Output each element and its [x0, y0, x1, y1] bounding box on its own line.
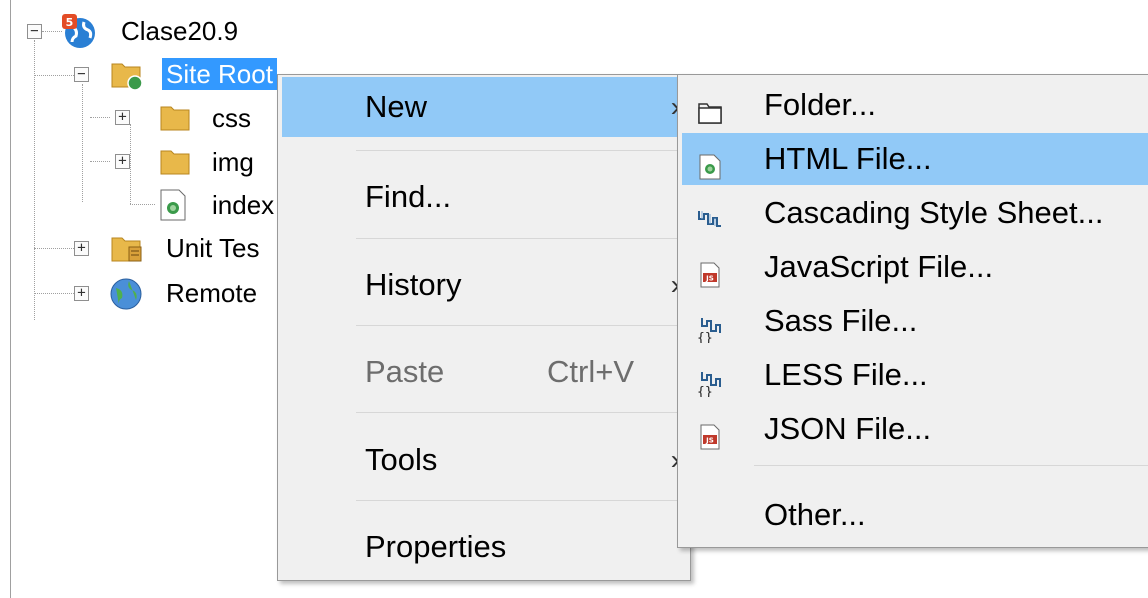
- submenu-item-label: Other...: [764, 497, 866, 532]
- menu-item-label: Properties: [365, 529, 507, 564]
- menu-item-history[interactable]: History ›: [282, 255, 686, 315]
- tree-line: [90, 117, 110, 118]
- submenu-item-label: LESS File...: [764, 357, 928, 392]
- menu-item-paste[interactable]: Paste Ctrl+V: [282, 342, 686, 402]
- tree-node-site-root[interactable]: Site Root: [162, 58, 277, 90]
- menu-item-label: History: [365, 267, 462, 302]
- tree-line: [42, 31, 62, 32]
- html-file-icon: [157, 188, 189, 227]
- html5-globe-icon: 5: [62, 14, 98, 55]
- submenu-item-javascript[interactable]: JS JavaScript File...: [682, 241, 1148, 293]
- submenu-item-folder[interactable]: Folder...: [682, 79, 1148, 131]
- menu-separator: [356, 150, 686, 151]
- submenu-item-label: Sass File...: [764, 303, 918, 338]
- submenu-item-sass[interactable]: {} Sass File...: [682, 295, 1148, 347]
- svg-text:JS: JS: [705, 437, 714, 445]
- folder-test-icon: [109, 230, 145, 271]
- menu-item-find[interactable]: Find...: [282, 167, 686, 227]
- svg-text:5: 5: [66, 16, 74, 29]
- expand-toggle[interactable]: +: [115, 154, 130, 169]
- menu-separator: [356, 412, 686, 413]
- tree-line: [34, 40, 35, 320]
- svg-text:{}: {}: [697, 385, 713, 397]
- svg-text:JS: JS: [705, 275, 714, 283]
- menu-separator: [356, 325, 686, 326]
- menu-separator: [356, 500, 686, 501]
- json-file-icon: JS: [696, 415, 724, 450]
- tree-line: [90, 161, 110, 162]
- folder-icon: [158, 144, 192, 183]
- html-file-icon: [696, 145, 724, 180]
- submenu-item-label: JSON File...: [764, 411, 932, 446]
- tree-line: [130, 124, 131, 204]
- menu-item-shortcut: Ctrl+V: [547, 354, 634, 389]
- tree-line: [130, 204, 155, 205]
- new-submenu: Folder... HTML File... Cascading Style S…: [677, 74, 1148, 548]
- tree-line: [34, 248, 74, 249]
- folder-icon: [158, 100, 192, 139]
- submenu-item-label: JavaScript File...: [764, 249, 994, 284]
- expand-toggle[interactable]: +: [74, 241, 89, 256]
- collapse-toggle[interactable]: −: [74, 67, 89, 82]
- submenu-item-less[interactable]: {} LESS File...: [682, 349, 1148, 401]
- submenu-item-label: Folder...: [764, 87, 876, 122]
- context-menu: New › Find... History › Paste Ctrl+V Too…: [277, 74, 691, 581]
- folder-globe-icon: [109, 56, 145, 97]
- menu-item-label: Tools: [365, 442, 438, 477]
- collapse-toggle[interactable]: −: [27, 24, 42, 39]
- css-icon: [696, 199, 724, 227]
- js-file-icon: JS: [696, 253, 724, 288]
- submenu-item-other[interactable]: Other...: [682, 489, 1148, 541]
- menu-item-label: Find...: [365, 179, 452, 214]
- submenu-item-label: Cascading Style Sheet...: [764, 195, 1104, 230]
- tree-node-index[interactable]: index: [212, 189, 274, 221]
- svg-text:{}: {}: [697, 331, 713, 343]
- tree-node-css[interactable]: css: [212, 102, 251, 134]
- menu-item-new[interactable]: New ›: [282, 77, 686, 137]
- submenu-item-label: HTML File...: [764, 141, 932, 176]
- tree-node-img[interactable]: img: [212, 146, 254, 178]
- menu-item-properties[interactable]: Properties: [282, 517, 686, 577]
- menu-item-label: New: [365, 89, 428, 124]
- expand-toggle[interactable]: +: [115, 110, 130, 125]
- tree-line: [34, 293, 74, 294]
- less-icon: {}: [696, 361, 724, 400]
- tree-node-remote[interactable]: Remote: [166, 277, 257, 309]
- submenu-item-html-file[interactable]: HTML File...: [682, 133, 1148, 185]
- folder-icon: [696, 91, 724, 124]
- project-root-label[interactable]: Clase20.9: [121, 15, 238, 47]
- menu-separator: [356, 238, 686, 239]
- globe-icon: [108, 276, 144, 317]
- menu-item-tools[interactable]: Tools ›: [282, 430, 686, 490]
- expand-toggle[interactable]: +: [74, 286, 89, 301]
- menu-separator: [754, 465, 1148, 466]
- menu-item-label: Paste: [365, 354, 445, 389]
- tree-node-unit-tests[interactable]: Unit Tes: [166, 232, 259, 264]
- tree-line: [34, 75, 74, 76]
- submenu-item-json[interactable]: JS JSON File...: [682, 403, 1148, 455]
- sass-icon: {}: [696, 307, 724, 346]
- submenu-item-css[interactable]: Cascading Style Sheet...: [682, 187, 1148, 239]
- tree-line: [82, 84, 83, 202]
